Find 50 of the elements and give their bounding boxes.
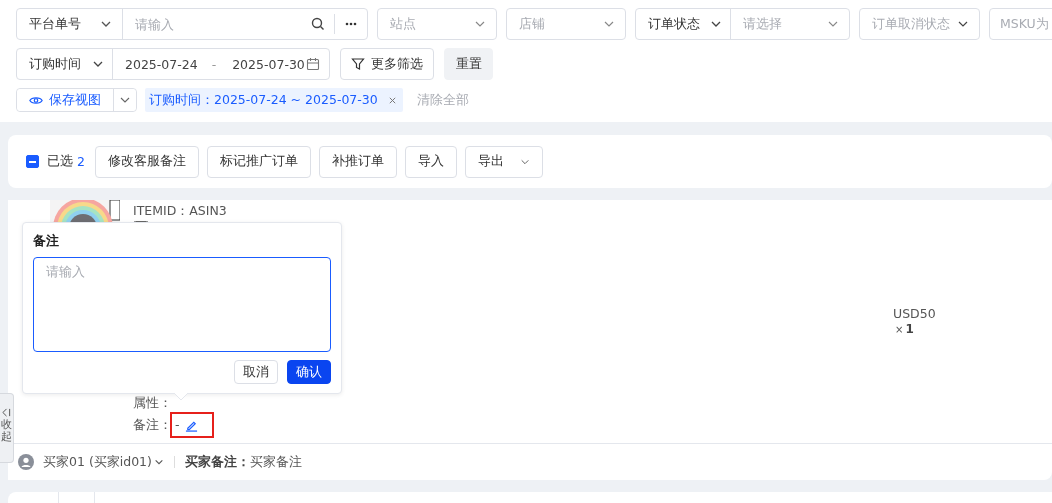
collapse-label: 收起 [1,419,12,444]
search-input[interactable]: 请输入 [123,16,311,32]
select-placeholder: 店铺 [519,15,546,33]
collapse-icon [2,408,11,417]
filter-tag-text: 订购时间：2025-07-24 ~ 2025-07-30 [149,91,378,109]
selected-count: 2 [77,154,85,169]
user-avatar-icon [18,454,34,470]
buyer-note-label: 买家备注： [184,453,250,471]
search-field[interactable]: 平台单号 请输入 [16,8,368,40]
confirm-button[interactable]: 确认 [287,360,331,384]
remark-value: - [175,417,180,433]
reset-button[interactable]: 重置 [444,48,493,80]
end-date[interactable]: 2025-07-30 [232,56,305,72]
select-placeholder: MSKU为 [1000,15,1049,33]
date-range-field[interactable]: 订购时间 2025-07-24 - 2025-07-30 [16,48,330,80]
export-button[interactable]: 导出 [464,145,543,178]
quantity: 1 [905,322,914,336]
chevron-down-icon [153,457,164,467]
selected-label: 已选 [47,153,73,170]
remark-input[interactable]: 请输入 [33,257,331,352]
eye-icon [29,94,43,106]
more-filters-button[interactable]: 更多筛选 [340,48,434,80]
select-placeholder: 站点 [390,15,417,33]
close-icon[interactable] [387,95,397,105]
attribute-label: 属性： [133,395,172,411]
buyer-select[interactable]: 买家01 (买家id01) [43,453,164,471]
action-button[interactable]: 导入 [404,145,457,178]
remark-label: 备注： [133,417,172,433]
status-type-label[interactable]: 订单状态 [648,15,700,33]
date-type-label[interactable]: 订购时间 [29,55,81,73]
cancel-button[interactable]: 取消 [234,360,278,384]
action-button[interactable]: 标记推广订单 [206,145,311,178]
select-placeholder: 订单取消状态 [872,15,951,33]
field-type-select[interactable]: 平台单号 [17,9,123,39]
filter-icon [351,57,365,71]
search-icon[interactable] [311,17,325,31]
popover-title: 备注 [33,232,60,250]
calendar-icon [306,57,320,71]
item-id: ITEMID：ASIN3 [133,203,227,219]
start-date[interactable]: 2025-07-24 [125,56,198,72]
action-button[interactable]: 修改客服备注 [94,145,199,178]
price: USD50 [893,306,936,322]
action-button[interactable]: 补推订单 [318,145,397,178]
buyer-note: 买家备注 [249,453,302,471]
date-separator: - [211,56,217,72]
select-all-checkbox[interactable] [26,155,39,168]
save-view-button[interactable]: 保存视图 [17,89,114,111]
quantity-sign: × [895,324,904,335]
status-filter[interactable]: 订单状态 请选择 [635,8,850,40]
collapse-tab[interactable]: 收起 [0,393,14,463]
